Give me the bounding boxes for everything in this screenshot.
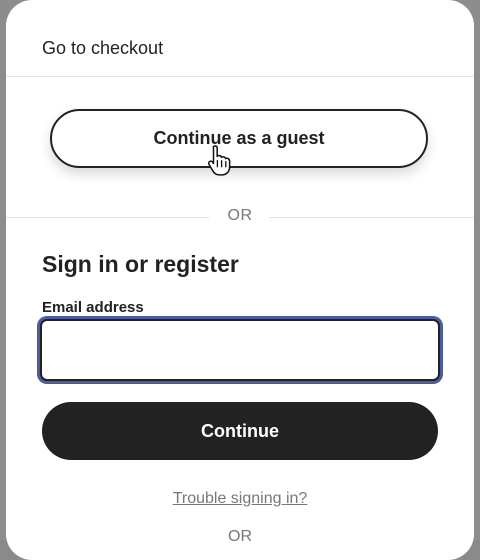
modal-title: Go to checkout [42,38,164,58]
checkout-modal: Go to checkout Continue as a guest OR Si… [6,0,474,560]
divider-left-line [6,217,209,218]
continue-as-guest-button[interactable]: Continue as a guest [50,109,428,168]
divider-right-line [269,217,474,218]
sign-in-heading: Sign in or register [42,251,239,277]
email-input[interactable] [40,319,440,381]
hand-pointer-icon [207,145,231,176]
or-divider-text: OR [227,207,253,224]
bottom-or-divider-text: OR [228,528,252,545]
modal-header: Go to checkout [6,0,474,77]
email-label: Email address [42,299,144,316]
trouble-signing-in-link[interactable]: Trouble signing in? [6,490,474,508]
continue-button[interactable]: Continue [42,402,438,460]
